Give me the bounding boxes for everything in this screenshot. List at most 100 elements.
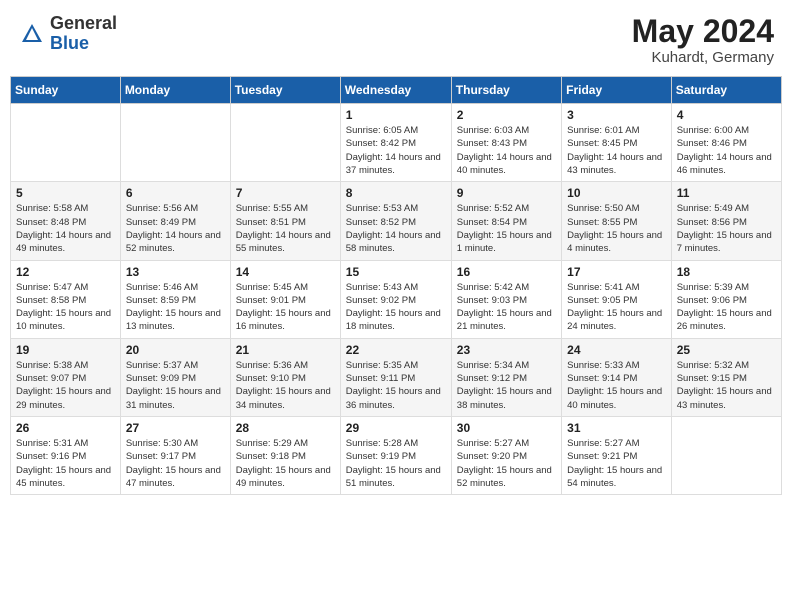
calendar-cell: 16Sunrise: 5:42 AM Sunset: 9:03 PM Dayli… xyxy=(451,260,561,338)
calendar-cell xyxy=(230,104,340,182)
day-info: Sunrise: 5:39 AM Sunset: 9:06 PM Dayligh… xyxy=(677,281,776,334)
col-wednesday: Wednesday xyxy=(340,77,451,104)
day-number: 3 xyxy=(567,108,666,122)
logo-blue-text: Blue xyxy=(50,34,117,54)
day-number: 8 xyxy=(346,186,446,200)
calendar-cell xyxy=(11,104,121,182)
day-info: Sunrise: 5:35 AM Sunset: 9:11 PM Dayligh… xyxy=(346,359,446,412)
calendar-cell: 21 Sunrise: 5:36 AM Sunset: 9:10 PM Dayli… xyxy=(230,338,340,416)
day-info: Sunrise: 5:47 AM Sunset: 8:58 PM Dayligh… xyxy=(16,281,115,334)
month-title: May 2024 xyxy=(632,14,774,49)
day-number: 23 xyxy=(457,343,556,357)
day-info: Sunrise: 5:49 AM Sunset: 8:56 PM Dayligh… xyxy=(677,202,776,255)
calendar-cell: 7 Sunrise: 5:55 AM Sunset: 8:51 PM Daylig… xyxy=(230,182,340,260)
day-info: Sunrise: 5:50 AM Sunset: 8:55 PM Dayligh… xyxy=(567,202,666,255)
day-info: Sunrise: 6:00 AM Sunset: 8:46 PM Dayligh… xyxy=(677,124,776,177)
calendar-cell: 17 Sunrise: 5:41 AM Sunset: 9:05 PM Dayli… xyxy=(562,260,672,338)
day-number: 19 xyxy=(16,343,115,357)
calendar-cell: 29 Sunrise: 5:28 AM Sunset: 9:19 PM Dayli… xyxy=(340,416,451,494)
day-info: Sunrise: 5:55 AM Sunset: 8:51 PM Dayligh… xyxy=(236,202,335,255)
col-friday: Friday xyxy=(562,77,672,104)
logo-icon xyxy=(18,20,46,48)
day-number: 15 xyxy=(346,265,446,279)
day-number: 21 xyxy=(236,343,335,357)
day-info: Sunrise: 6:01 AM Sunset: 8:45 PM Dayligh… xyxy=(567,124,666,177)
day-info: Sunrise: 5:33 AM Sunset: 9:14 PM Dayligh… xyxy=(567,359,666,412)
calendar-cell: 24 Sunrise: 5:33 AM Sunset: 9:14 PM Dayli… xyxy=(562,338,672,416)
day-info: Sunrise: 5:30 AM Sunset: 9:17 PM Dayligh… xyxy=(126,437,225,490)
day-info: Sunrise: 5:52 AM Sunset: 8:54 PM Dayligh… xyxy=(457,202,556,255)
calendar-cell: 14 Sunrise: 5:45 AM Sunset: 9:01 PM Dayli… xyxy=(230,260,340,338)
calendar-cell: 22Sunrise: 5:35 AM Sunset: 9:11 PM Dayli… xyxy=(340,338,451,416)
calendar-week-4: 19Sunrise: 5:38 AM Sunset: 9:07 PM Dayli… xyxy=(11,338,782,416)
calendar-cell: 15 Sunrise: 5:43 AM Sunset: 9:02 PM Dayli… xyxy=(340,260,451,338)
day-info: Sunrise: 5:53 AM Sunset: 8:52 PM Dayligh… xyxy=(346,202,446,255)
calendar-cell xyxy=(671,416,781,494)
calendar-cell: 6Sunrise: 5:56 AM Sunset: 8:49 PM Daylig… xyxy=(120,182,230,260)
calendar-cell: 10 Sunrise: 5:50 AM Sunset: 8:55 PM Dayli… xyxy=(562,182,672,260)
calendar-cell: 1Sunrise: 6:05 AM Sunset: 8:42 PM Daylig… xyxy=(340,104,451,182)
day-number: 16 xyxy=(457,265,556,279)
day-info: Sunrise: 5:36 AM Sunset: 9:10 PM Dayligh… xyxy=(236,359,335,412)
day-info: Sunrise: 5:41 AM Sunset: 9:05 PM Dayligh… xyxy=(567,281,666,334)
col-monday: Monday xyxy=(120,77,230,104)
logo-general-text: General xyxy=(50,14,117,34)
day-number: 30 xyxy=(457,421,556,435)
calendar-week-5: 26Sunrise: 5:31 AM Sunset: 9:16 PM Dayli… xyxy=(11,416,782,494)
col-tuesday: Tuesday xyxy=(230,77,340,104)
title-block: May 2024 Kuhardt, Germany xyxy=(632,14,774,66)
day-number: 17 xyxy=(567,265,666,279)
day-info: Sunrise: 5:32 AM Sunset: 9:15 PM Dayligh… xyxy=(677,359,776,412)
calendar-cell: 13 Sunrise: 5:46 AM Sunset: 8:59 PM Dayli… xyxy=(120,260,230,338)
calendar-cell: 4Sunrise: 6:00 AM Sunset: 8:46 PM Daylig… xyxy=(671,104,781,182)
day-info: Sunrise: 5:27 AM Sunset: 9:21 PM Dayligh… xyxy=(567,437,666,490)
header-row: Sunday Monday Tuesday Wednesday Thursday… xyxy=(11,77,782,104)
calendar-cell: 23 Sunrise: 5:34 AM Sunset: 9:12 PM Dayli… xyxy=(451,338,561,416)
col-saturday: Saturday xyxy=(671,77,781,104)
day-number: 13 xyxy=(126,265,225,279)
calendar-cell: 3 Sunrise: 6:01 AM Sunset: 8:45 PM Daylig… xyxy=(562,104,672,182)
calendar-cell: 28Sunrise: 5:29 AM Sunset: 9:18 PM Dayli… xyxy=(230,416,340,494)
calendar-cell: 30 Sunrise: 5:27 AM Sunset: 9:20 PM Dayli… xyxy=(451,416,561,494)
day-info: Sunrise: 5:34 AM Sunset: 9:12 PM Dayligh… xyxy=(457,359,556,412)
day-info: Sunrise: 6:03 AM Sunset: 8:43 PM Dayligh… xyxy=(457,124,556,177)
day-number: 14 xyxy=(236,265,335,279)
calendar-table: Sunday Monday Tuesday Wednesday Thursday… xyxy=(10,76,782,495)
day-number: 20 xyxy=(126,343,225,357)
calendar-cell: 2 Sunrise: 6:03 AM Sunset: 8:43 PM Daylig… xyxy=(451,104,561,182)
col-sunday: Sunday xyxy=(11,77,121,104)
day-number: 10 xyxy=(567,186,666,200)
day-number: 7 xyxy=(236,186,335,200)
day-number: 18 xyxy=(677,265,776,279)
day-number: 2 xyxy=(457,108,556,122)
calendar-cell: 19Sunrise: 5:38 AM Sunset: 9:07 PM Dayli… xyxy=(11,338,121,416)
day-info: Sunrise: 5:27 AM Sunset: 9:20 PM Dayligh… xyxy=(457,437,556,490)
day-info: Sunrise: 5:29 AM Sunset: 9:18 PM Dayligh… xyxy=(236,437,335,490)
day-info: Sunrise: 5:45 AM Sunset: 9:01 PM Dayligh… xyxy=(236,281,335,334)
day-info: Sunrise: 5:58 AM Sunset: 8:48 PM Dayligh… xyxy=(16,202,115,255)
calendar-cell: 27Sunrise: 5:30 AM Sunset: 9:17 PM Dayli… xyxy=(120,416,230,494)
day-number: 6 xyxy=(126,186,225,200)
day-number: 24 xyxy=(567,343,666,357)
calendar-cell: 26Sunrise: 5:31 AM Sunset: 9:16 PM Dayli… xyxy=(11,416,121,494)
day-number: 11 xyxy=(677,186,776,200)
logo: General Blue xyxy=(18,14,117,54)
day-info: Sunrise: 5:28 AM Sunset: 9:19 PM Dayligh… xyxy=(346,437,446,490)
day-info: Sunrise: 6:05 AM Sunset: 8:42 PM Dayligh… xyxy=(346,124,446,177)
calendar-cell: 5Sunrise: 5:58 AM Sunset: 8:48 PM Daylig… xyxy=(11,182,121,260)
day-info: Sunrise: 5:46 AM Sunset: 8:59 PM Dayligh… xyxy=(126,281,225,334)
page-header: General Blue May 2024 Kuhardt, Germany xyxy=(10,10,782,70)
day-number: 31 xyxy=(567,421,666,435)
day-number: 9 xyxy=(457,186,556,200)
calendar-header: Sunday Monday Tuesday Wednesday Thursday… xyxy=(11,77,782,104)
location-subtitle: Kuhardt, Germany xyxy=(632,49,774,66)
calendar-cell: 8 Sunrise: 5:53 AM Sunset: 8:52 PM Daylig… xyxy=(340,182,451,260)
day-info: Sunrise: 5:31 AM Sunset: 9:16 PM Dayligh… xyxy=(16,437,115,490)
day-number: 25 xyxy=(677,343,776,357)
calendar-body: 1Sunrise: 6:05 AM Sunset: 8:42 PM Daylig… xyxy=(11,104,782,495)
calendar-cell: 25 Sunrise: 5:32 AM Sunset: 9:15 PM Dayli… xyxy=(671,338,781,416)
calendar-week-2: 5Sunrise: 5:58 AM Sunset: 8:48 PM Daylig… xyxy=(11,182,782,260)
calendar-cell: 11 Sunrise: 5:49 AM Sunset: 8:56 PM Dayli… xyxy=(671,182,781,260)
day-info: Sunrise: 5:43 AM Sunset: 9:02 PM Dayligh… xyxy=(346,281,446,334)
day-number: 29 xyxy=(346,421,446,435)
